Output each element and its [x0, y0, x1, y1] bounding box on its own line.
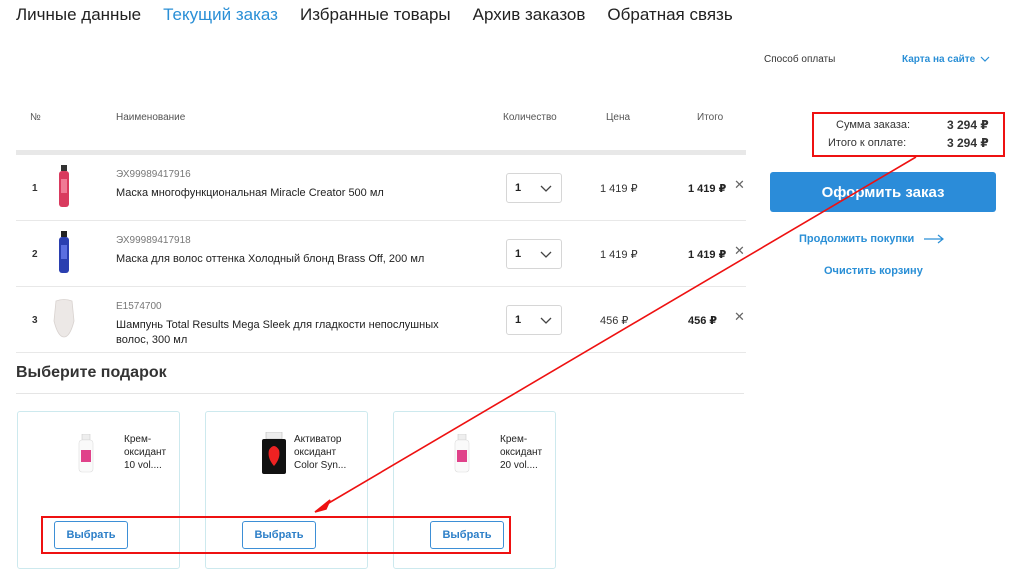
payment-method-select[interactable]: Карта на сайте	[902, 54, 990, 65]
gift-name: Крем-оксидант 20 vol....	[500, 434, 543, 471]
gift-image	[250, 430, 298, 478]
table-row: 1 ЭХ99989417916 Маска многофункциональна…	[16, 155, 746, 221]
select-gift-button[interactable]: Выбрать	[54, 521, 128, 549]
product-name[interactable]: Маска для волос оттенка Холодный блонд B…	[116, 252, 446, 267]
to-pay-value: 3 294 ₽	[947, 136, 989, 150]
table-row: 2 ЭХ99989417918 Маска для волос оттенка …	[16, 221, 746, 287]
quantity-select[interactable]: 1	[506, 305, 562, 335]
continue-shopping-link[interactable]: Продолжить покупки	[799, 233, 945, 245]
order-sum-row: Сумма заказа: 3 294 ₽	[836, 118, 996, 132]
tab-personal-data[interactable]: Личные данные	[16, 4, 141, 26]
to-pay-row: Итого к оплате: 3 294 ₽	[828, 136, 996, 150]
to-pay-label: Итого к оплате:	[828, 137, 907, 149]
payment-method-label: Способ оплаты	[764, 54, 836, 65]
tab-feedback[interactable]: Обратная связь	[607, 4, 732, 26]
col-price: Цена	[606, 112, 631, 123]
row-number: 2	[32, 249, 38, 260]
remove-icon[interactable]: ✕	[734, 310, 746, 324]
chevron-down-icon	[980, 56, 990, 63]
product-total: 456 ₽	[688, 315, 718, 327]
quantity-value: 1	[515, 248, 522, 260]
product-sku: ЭХ99989417916	[116, 169, 191, 180]
table-header: № Наименование Количество Цена Итого	[16, 100, 746, 150]
checkout-button[interactable]: Оформить заказ	[770, 172, 996, 212]
remove-icon[interactable]: ✕	[734, 178, 746, 192]
select-gift-button[interactable]: Выбрать	[242, 521, 316, 549]
gift-image	[62, 430, 110, 478]
product-image[interactable]	[50, 295, 78, 343]
arrow-right-icon	[924, 234, 945, 244]
quantity-select[interactable]: 1	[506, 239, 562, 269]
chevron-down-icon	[540, 185, 552, 192]
product-price: 1 419 ₽	[600, 183, 638, 195]
product-sku: ЭХ99989417918	[116, 235, 191, 246]
product-sku: E1574700	[116, 301, 162, 312]
quantity-value: 1	[515, 314, 522, 326]
order-sum-value: 3 294 ₽	[947, 118, 989, 132]
col-qty: Количество	[503, 112, 557, 123]
product-total: 1 419 ₽	[688, 249, 727, 261]
gift-card: Крем-оксидант 20 vol.... Выбрать	[393, 411, 556, 569]
gift-name: Крем-оксидант 10 vol....	[124, 434, 167, 471]
account-tabs: Личные данные Текущий заказ Избранные то…	[16, 4, 733, 26]
product-name[interactable]: Маска многофункциональная Miracle Creato…	[116, 186, 446, 201]
tab-current-order[interactable]: Текущий заказ	[163, 4, 278, 26]
select-gift-button[interactable]: Выбрать	[430, 521, 504, 549]
gift-name: Активатор оксидант Color Syn...	[294, 434, 347, 471]
gift-image	[438, 430, 486, 478]
product-name[interactable]: Шампунь Total Results Mega Sleek для гла…	[116, 318, 446, 348]
chevron-down-icon	[540, 251, 552, 258]
remove-icon[interactable]: ✕	[734, 244, 746, 258]
product-price: 456 ₽	[600, 315, 629, 327]
product-total: 1 419 ₽	[688, 183, 727, 195]
quantity-select[interactable]: 1	[506, 173, 562, 203]
col-name: Наименование	[116, 112, 186, 123]
product-image[interactable]	[50, 229, 78, 277]
gift-card: Активатор оксидант Color Syn... Выбрать	[205, 411, 368, 569]
col-num: №	[30, 112, 41, 123]
tab-order-archive[interactable]: Архив заказов	[473, 4, 586, 26]
gift-section-title: Выберите подарок	[16, 364, 167, 381]
gift-card: Крем-оксидант 10 vol.... Выбрать	[17, 411, 180, 569]
order-sidebar: Способ оплаты Карта на сайте Сумма заказ…	[760, 0, 1010, 300]
clear-cart-link[interactable]: Очистить корзину	[824, 265, 923, 277]
row-number: 3	[32, 315, 38, 326]
product-price: 1 419 ₽	[600, 249, 638, 261]
gift-divider	[16, 393, 744, 394]
quantity-value: 1	[515, 182, 522, 194]
tab-favorites[interactable]: Избранные товары	[300, 4, 451, 26]
product-image[interactable]	[50, 163, 78, 211]
order-sum-label: Сумма заказа:	[836, 119, 911, 131]
col-total: Итого	[697, 112, 724, 123]
continue-shopping-label: Продолжить покупки	[799, 233, 915, 245]
chevron-down-icon	[540, 317, 552, 324]
payment-method-value: Карта на сайте	[902, 54, 976, 65]
cart-table: № Наименование Количество Цена Итого 1 Э…	[16, 100, 746, 353]
table-row: 3 E1574700 Шампунь Total Results Mega Sl…	[16, 287, 746, 353]
row-number: 1	[32, 183, 38, 194]
